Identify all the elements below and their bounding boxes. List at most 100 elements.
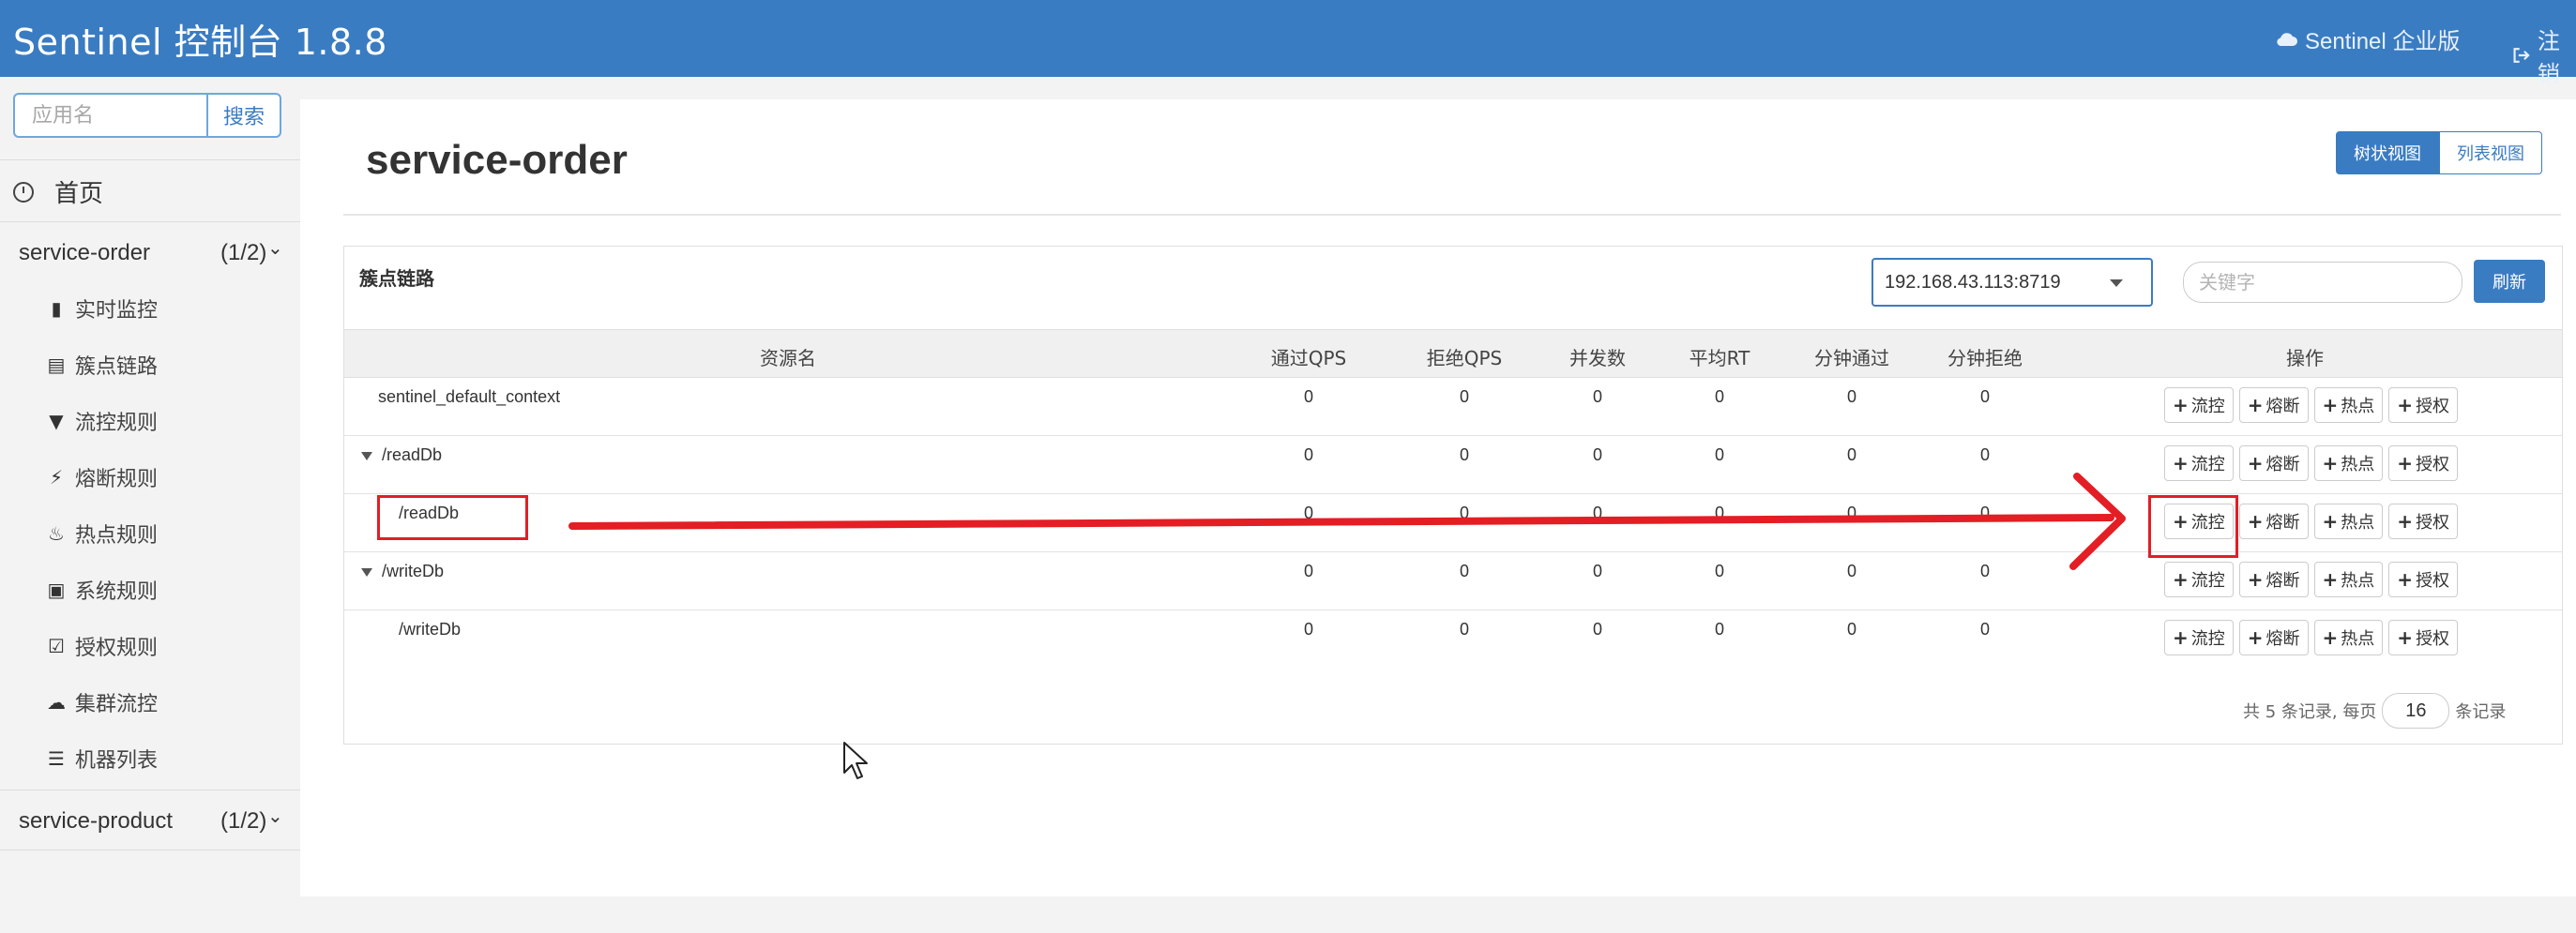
add-authority-rule-button[interactable]: + 授权 xyxy=(2388,387,2459,423)
brand-title[interactable]: Sentinel 控制台 1.8.8 xyxy=(13,13,387,65)
bolt-icon: ⚡ xyxy=(49,466,64,489)
logout-link[interactable]: 注销 xyxy=(2512,23,2576,88)
resource-name-cell[interactable]: /readDb xyxy=(361,445,442,465)
sidebar-item-label: 簇点链路 xyxy=(75,355,159,379)
button-label: 热点 xyxy=(2341,455,2375,474)
list-ul-icon: ☰ xyxy=(48,747,65,770)
add-authority-rule-button[interactable]: + 授权 xyxy=(2388,562,2459,597)
sidebar-item-label: 热点规则 xyxy=(75,524,159,548)
resource-name: /writeDb xyxy=(399,620,462,639)
table-row: /writeDb 0 0 0 0 0 0 + 流控 + 熔断 + 热点 + 授权 xyxy=(344,552,2562,610)
minute-pass: 0 xyxy=(1846,620,1857,639)
sidebar-item-system-rules[interactable]: ▣ 系统规则 xyxy=(45,566,158,613)
keyword-input[interactable] xyxy=(2183,262,2462,303)
sidebar-item-label: 熔断规则 xyxy=(75,468,159,491)
plus-icon: + xyxy=(2322,452,2339,474)
sidebar-item-machine-list[interactable]: ☰ 机器列表 xyxy=(45,735,158,782)
sidebar-item-home[interactable]: 首页 xyxy=(13,174,103,209)
caret-down-icon[interactable] xyxy=(361,567,372,577)
add-authority-rule-button[interactable]: + 授权 xyxy=(2388,504,2459,539)
add-degrade-rule-button[interactable]: + 熔断 xyxy=(2238,620,2309,655)
table-row: /readDb 0 0 0 0 0 0 + 流控 + 熔断 + 热点 + 授权 xyxy=(344,436,2562,494)
add-flow-rule-button[interactable]: + 流控 xyxy=(2164,562,2234,597)
plus-icon: + xyxy=(2397,510,2414,533)
add-hotspot-rule-button[interactable]: + 热点 xyxy=(2313,445,2384,481)
table-row: sentinel_default_context 0 0 0 0 0 0 + 流控… xyxy=(344,378,2562,436)
app-name: service-order xyxy=(19,240,151,265)
add-flow-rule-button[interactable]: + 流控 xyxy=(2164,445,2234,481)
add-authority-rule-button[interactable]: + 授权 xyxy=(2388,445,2459,481)
machine-select[interactable]: 192.168.43.113:8719 xyxy=(1871,258,2153,307)
add-degrade-rule-button[interactable]: + 熔断 xyxy=(2238,504,2309,539)
plus-icon: + xyxy=(2247,626,2264,649)
sidebar-item-cluster-link[interactable]: ▤ 簇点链路 xyxy=(45,341,158,388)
annotation-highlight-flow-button xyxy=(2148,495,2238,558)
view-toggle: 树状视图 列表视图 xyxy=(2336,131,2542,174)
pagination-suffix: 条记录 xyxy=(2455,702,2507,722)
add-hotspot-rule-button[interactable]: + 热点 xyxy=(2313,620,2384,655)
list-view-button[interactable]: 列表视图 xyxy=(2439,131,2542,174)
button-label: 流控 xyxy=(2190,571,2225,591)
column-header: 资源名 xyxy=(760,347,816,369)
button-label: 热点 xyxy=(2341,513,2375,533)
sidebar-item-authority-rules[interactable]: ☑ 授权规则 xyxy=(45,623,158,670)
column-header: 操作 xyxy=(2286,347,2324,369)
pass-qps: 0 xyxy=(1303,504,1314,522)
plus-icon: + xyxy=(2173,568,2189,591)
list-icon: ▤ xyxy=(47,354,66,376)
block-qps: 0 xyxy=(1459,620,1470,639)
minute-block: 0 xyxy=(1979,387,1991,406)
add-hotspot-rule-button[interactable]: + 热点 xyxy=(2313,562,2384,597)
app-search-button[interactable]: 搜索 xyxy=(206,93,281,138)
minute-block: 0 xyxy=(1979,620,1991,639)
add-degrade-rule-button[interactable]: + 熔断 xyxy=(2238,562,2309,597)
plus-icon: + xyxy=(2397,626,2414,649)
pagination: 共 5 条记录, 每页 条记录 xyxy=(2243,693,2506,729)
caret-down-icon[interactable] xyxy=(361,451,372,460)
table-header: 资源名 通过QPS 拒绝QPS 并发数 平均RT 分钟通过 分钟拒绝 操作 xyxy=(344,329,2562,378)
block-qps: 0 xyxy=(1459,504,1470,522)
add-degrade-rule-button[interactable]: + 熔断 xyxy=(2238,445,2309,481)
chevron-down-icon: ⌄ xyxy=(267,238,283,259)
app-search-input[interactable] xyxy=(13,93,206,138)
minute-pass: 0 xyxy=(1846,387,1857,406)
sidebar-item-cluster-flow[interactable]: ☁ 集群流控 xyxy=(45,679,158,726)
sidebar-item-flow-rules[interactable]: ▼ 流控规则 xyxy=(45,398,158,444)
sidebar-app-service-order[interactable]: service-order (1/2) ⌄ xyxy=(0,221,300,281)
page-size-input[interactable] xyxy=(2382,693,2450,729)
block-qps: 0 xyxy=(1459,387,1470,406)
enterprise-link[interactable]: Sentinel 企业版 xyxy=(2275,23,2460,55)
add-flow-rule-button[interactable]: + 流控 xyxy=(2164,620,2234,655)
sidebar-item-realtime-monitor[interactable]: ▮ 实时监控 xyxy=(45,285,158,332)
plus-icon: + xyxy=(2173,394,2189,416)
column-header: 通过QPS xyxy=(1270,347,1347,369)
divider xyxy=(343,214,2561,216)
button-label: 流控 xyxy=(2190,455,2225,474)
button-label: 热点 xyxy=(2341,629,2375,649)
sidebar-app-service-product[interactable]: service-product (1/2) ⌄ xyxy=(0,790,300,850)
sidebar-item-degrade-rules[interactable]: ⚡ 熔断规则 xyxy=(45,454,158,501)
tree-view-button[interactable]: 树状视图 xyxy=(2336,131,2439,174)
page-title: service-order xyxy=(366,137,628,183)
app-instance-count: (1/2) xyxy=(220,240,267,265)
resource-name-cell[interactable]: /writeDb xyxy=(361,562,444,581)
plus-icon: + xyxy=(2322,394,2339,416)
add-degrade-rule-button[interactable]: + 熔断 xyxy=(2238,387,2309,423)
refresh-button[interactable]: 刷新 xyxy=(2474,260,2545,303)
block-qps: 0 xyxy=(1459,445,1470,464)
column-header: 拒绝QPS xyxy=(1426,347,1503,369)
sidebar-item-label: 系统规则 xyxy=(75,580,159,604)
resource-name: sentinel_default_context xyxy=(378,387,561,406)
add-flow-rule-button[interactable]: + 流控 xyxy=(2164,387,2234,423)
add-hotspot-rule-button[interactable]: + 热点 xyxy=(2313,387,2384,423)
plus-icon: + xyxy=(2173,452,2189,474)
row-actions: + 流控 + 熔断 + 热点 + 授权 xyxy=(2164,387,2459,423)
app-instance-count: (1/2) xyxy=(220,808,267,834)
dashboard-icon xyxy=(13,181,34,203)
resource-name: /writeDb xyxy=(382,562,445,580)
plus-icon: + xyxy=(2397,568,2414,591)
add-authority-rule-button[interactable]: + 授权 xyxy=(2388,620,2459,655)
add-hotspot-rule-button[interactable]: + 热点 xyxy=(2313,504,2384,539)
sidebar-item-hotspot-rules[interactable]: ♨ 热点规则 xyxy=(45,510,158,557)
button-label: 授权 xyxy=(2416,455,2450,474)
